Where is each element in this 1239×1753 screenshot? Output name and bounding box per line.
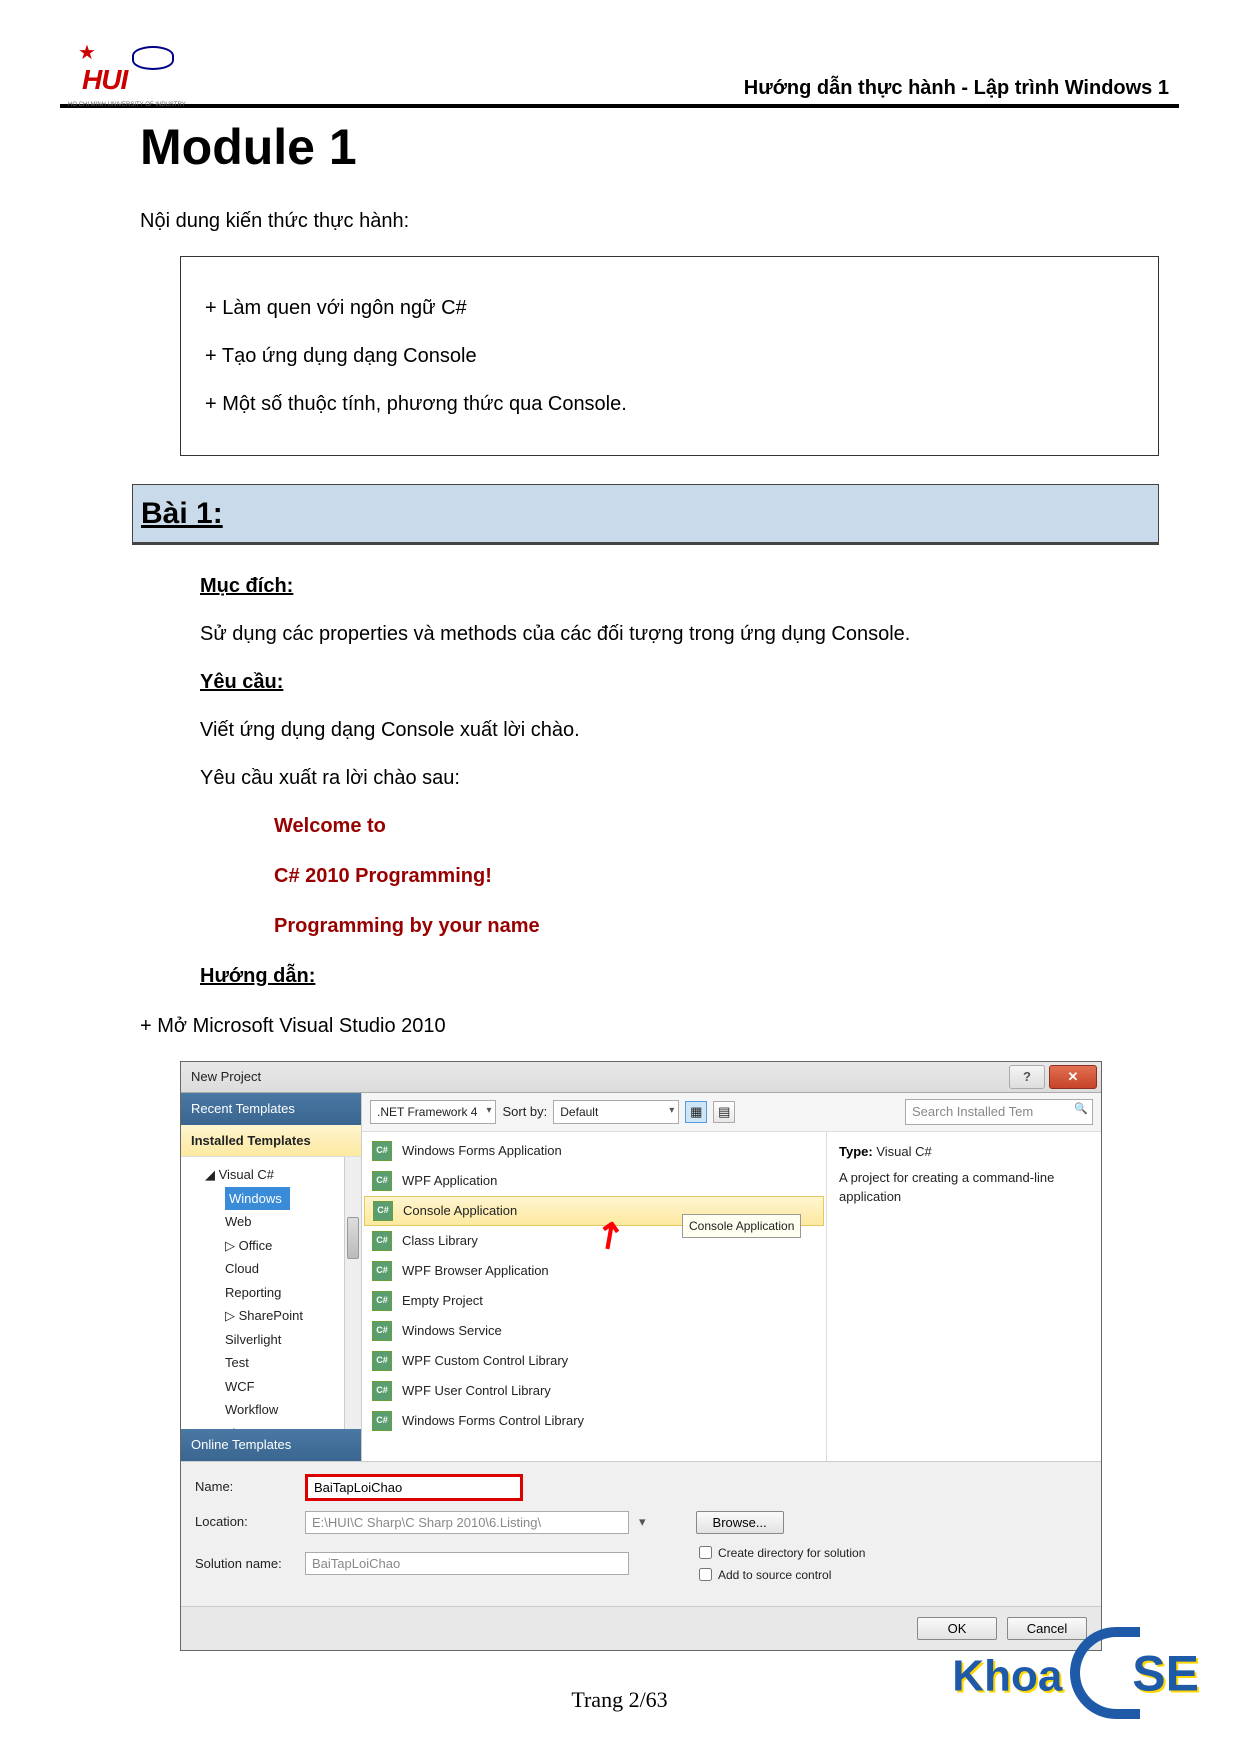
khoa-cse-logo: KhoaSE: [952, 1633, 1199, 1725]
new-project-dialog: New Project ? ✕ Recent Templates Install…: [180, 1061, 1102, 1651]
type-value: Visual C#: [876, 1144, 931, 1159]
framework-dropdown[interactable]: .NET Framework 4: [370, 1100, 496, 1124]
solution-name-label: Solution name:: [195, 1554, 295, 1574]
create-dir-checkbox[interactable]: Create directory for solution: [699, 1544, 865, 1562]
tree-scrollbar[interactable]: [344, 1157, 361, 1429]
tree-workflow[interactable]: Workflow: [185, 1398, 357, 1422]
csharp-icon: C#: [372, 1261, 392, 1281]
guide-heading: Hướng dẫn:: [200, 961, 1159, 991]
csharp-icon: C#: [372, 1411, 392, 1431]
box-line-3: + Một số thuộc tính, phương thức qua Con…: [205, 389, 1134, 419]
view-small-icon[interactable]: ▦: [685, 1101, 707, 1123]
name-label: Name:: [195, 1477, 295, 1497]
tree-visual-csharp[interactable]: ◢ Visual C#: [185, 1163, 357, 1187]
csharp-icon: C#: [372, 1321, 392, 1341]
welcome-line-2: C# 2010 Programming!: [274, 861, 1159, 891]
location-label: Location:: [195, 1512, 295, 1532]
item-winsvc[interactable]: C#Windows Service: [362, 1316, 826, 1346]
tree-cloud[interactable]: Cloud: [185, 1257, 357, 1281]
item-wpfuc[interactable]: C#WPF User Control Library: [362, 1376, 826, 1406]
search-input[interactable]: Search Installed Tem: [905, 1099, 1093, 1125]
logo-subtitle: HO CHI MINH UNIVERSITY OF INDUSTRY: [68, 102, 186, 108]
csharp-icon: C#: [372, 1291, 392, 1311]
solution-name-input[interactable]: [305, 1552, 629, 1575]
tree-windows[interactable]: Windows: [225, 1187, 290, 1211]
tree-test[interactable]: Test: [185, 1351, 357, 1375]
box-line-2: + Tạo ứng dụng dạng Console: [205, 341, 1134, 371]
item-wpfbrowser[interactable]: C#WPF Browser Application: [362, 1256, 826, 1286]
csharp-icon: C#: [372, 1351, 392, 1371]
dialog-titlebar[interactable]: New Project ? ✕: [181, 1062, 1101, 1093]
purpose-heading: Mục đích:: [200, 571, 1159, 601]
console-tooltip: Console Application: [682, 1214, 801, 1238]
tree-silverlight[interactable]: Silverlight: [185, 1328, 357, 1352]
tree-office[interactable]: ▷ Office: [185, 1234, 357, 1258]
tree-web[interactable]: Web: [185, 1210, 357, 1234]
logo: ★ HUI HO CHI MINH UNIVERSITY OF INDUSTRY: [60, 40, 200, 100]
csharp-icon: C#: [372, 1141, 392, 1161]
item-wpfcc[interactable]: C#WPF Custom Control Library: [362, 1346, 826, 1376]
box-line-1: + Làm quen với ngôn ngữ C#: [205, 293, 1134, 323]
tree-reporting[interactable]: Reporting: [185, 1281, 357, 1305]
description-text: A project for creating a command-line ap…: [839, 1168, 1089, 1207]
page-header: ★ HUI HO CHI MINH UNIVERSITY OF INDUSTRY…: [60, 40, 1179, 108]
item-wfcl[interactable]: C#Windows Forms Control Library: [362, 1406, 826, 1436]
module-title: Module 1: [140, 118, 1179, 176]
intro-text: Nội dung kiến thức thực hành:: [140, 206, 1159, 236]
csharp-icon: C#: [372, 1171, 392, 1191]
dialog-bottom: Name: Location: ▾ Browse... Solution nam…: [181, 1461, 1101, 1606]
templates-sidebar: Recent Templates Installed Templates ◢ V…: [181, 1093, 362, 1461]
item-wpf[interactable]: C#WPF Application: [362, 1166, 826, 1196]
content-box: + Làm quen với ngôn ngữ C# + Tạo ứng dụn…: [180, 256, 1159, 456]
logo-text: HUI: [82, 64, 127, 96]
source-control-checkbox[interactable]: Add to source control: [699, 1566, 865, 1584]
csharp-icon: C#: [372, 1381, 392, 1401]
purpose-text: Sử dụng các properties và methods của cá…: [200, 619, 1159, 649]
header-title: Hướng dẫn thực hành - Lập trình Windows …: [744, 77, 1169, 100]
lesson-header: Bài 1:: [132, 484, 1159, 545]
installed-templates-header[interactable]: Installed Templates: [181, 1125, 361, 1158]
template-description: Type: Visual C# A project for creating a…: [826, 1132, 1101, 1461]
welcome-line-3: Programming by your name: [274, 911, 1159, 941]
dialog-toolbar: .NET Framework 4 Sort by: Default ▦ ▤ Se…: [362, 1093, 1101, 1132]
sortby-label: Sort by:: [502, 1102, 547, 1122]
template-list: C#Windows Forms Application C#WPF Applic…: [362, 1132, 826, 1461]
tree-sharepoint[interactable]: ▷ SharePoint: [185, 1304, 357, 1328]
sortby-dropdown[interactable]: Default: [553, 1100, 679, 1124]
csharp-icon: C#: [372, 1231, 392, 1251]
tree-wcf[interactable]: WCF: [185, 1375, 357, 1399]
type-label: Type:: [839, 1144, 873, 1159]
item-wfa[interactable]: C#Windows Forms Application: [362, 1136, 826, 1166]
requirement-text-1: Viết ứng dụng dạng Console xuất lời chào…: [200, 715, 1159, 745]
recent-templates-header[interactable]: Recent Templates: [181, 1093, 361, 1125]
name-input[interactable]: [305, 1474, 523, 1501]
tree-other-languages[interactable]: ▷ Other Languages: [185, 1422, 357, 1430]
welcome-line-1: Welcome to: [274, 811, 1159, 841]
browse-button[interactable]: Browse...: [696, 1511, 784, 1534]
close-button[interactable]: ✕: [1049, 1065, 1097, 1089]
open-vs-text: + Mở Microsoft Visual Studio 2010: [140, 1011, 1159, 1041]
location-input[interactable]: [305, 1511, 629, 1534]
online-templates-header[interactable]: Online Templates: [181, 1429, 361, 1461]
help-button[interactable]: ?: [1009, 1065, 1045, 1089]
requirement-text-2: Yêu cầu xuất ra lời chào sau:: [200, 763, 1159, 793]
templates-tree: ◢ Visual C# Windows Web ▷ Office Cloud R…: [181, 1157, 361, 1429]
requirement-heading: Yêu cầu:: [200, 667, 1159, 697]
csharp-icon: C#: [373, 1201, 393, 1221]
lesson-title: Bài 1:: [141, 497, 223, 530]
dialog-title: New Project: [191, 1067, 261, 1087]
item-empty[interactable]: C#Empty Project: [362, 1286, 826, 1316]
view-medium-icon[interactable]: ▤: [713, 1101, 735, 1123]
